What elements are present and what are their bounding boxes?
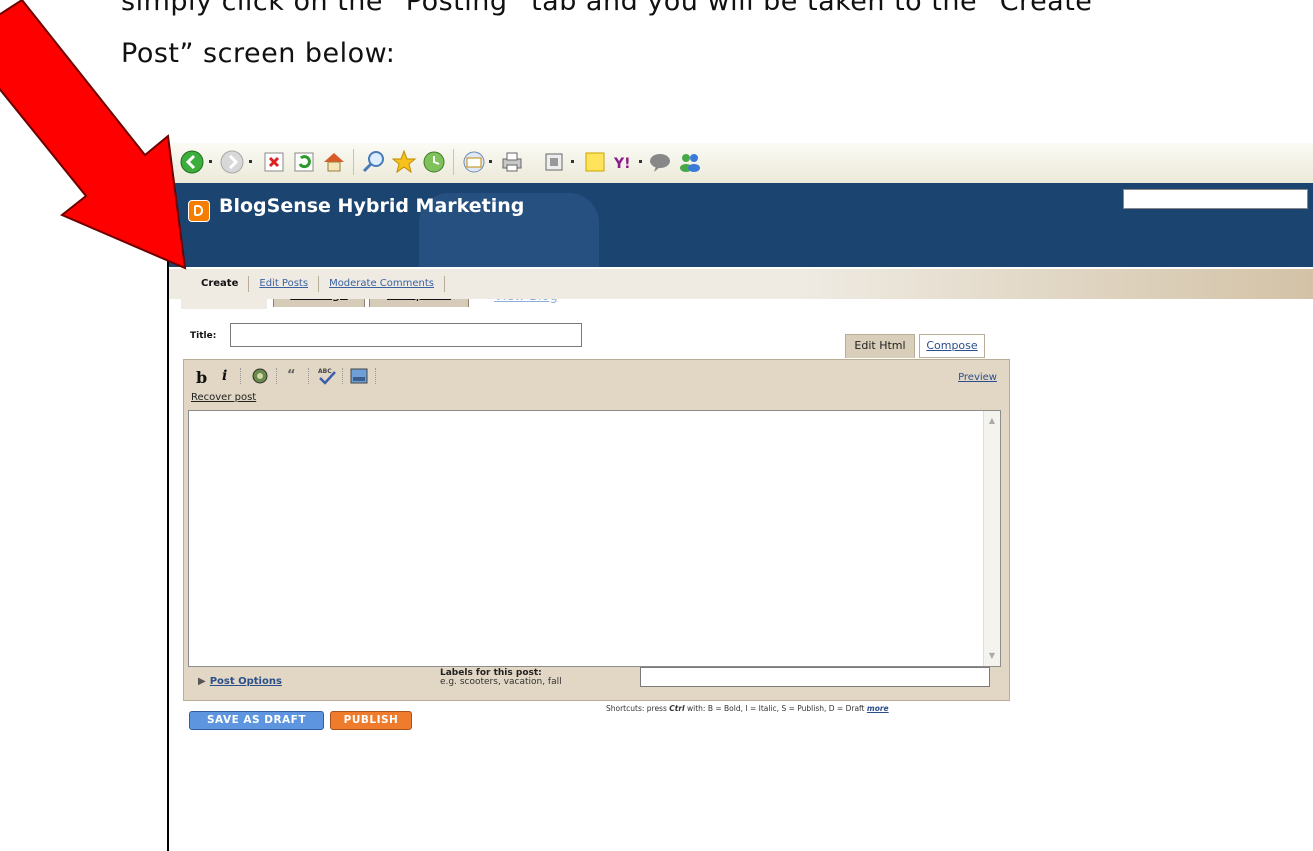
home-icon[interactable]: [321, 149, 347, 175]
toolbar-separator: [342, 368, 344, 384]
editor-scrollbar[interactable]: ▲ ▼: [983, 411, 1000, 666]
history-icon[interactable]: [421, 149, 447, 175]
recover-post-link[interactable]: Recover post: [191, 392, 256, 403]
post-body-textarea[interactable]: ▲ ▼: [188, 410, 1001, 667]
post-title-input[interactable]: [230, 323, 582, 347]
favorites-icon[interactable]: [391, 149, 417, 175]
toolbar-separator: [453, 149, 454, 175]
shortcuts-more-link[interactable]: more: [867, 704, 889, 713]
mail-icon[interactable]: [461, 149, 487, 175]
print-icon[interactable]: [499, 149, 525, 175]
subnav-moderate-comments[interactable]: Moderate Comments: [319, 276, 446, 292]
shortcuts-hint: Shortcuts: press Ctrl with: B = Bold, I …: [606, 704, 889, 713]
browser-toolbar: Y!: [169, 143, 1313, 184]
save-as-draft-button[interactable]: SAVE AS DRAFT: [189, 711, 324, 730]
scroll-up-icon[interactable]: ▲: [986, 415, 998, 427]
format-toolbar: b i “ ABC Preview: [184, 360, 1009, 390]
labels-hint: e.g. scooters, vacation, fall: [440, 677, 562, 687]
mail-dropdown-icon[interactable]: [489, 160, 492, 163]
edit-icon[interactable]: [541, 149, 567, 175]
link-icon[interactable]: [250, 367, 270, 385]
tab-edit-html[interactable]: Edit Html: [845, 334, 915, 358]
tab-compose[interactable]: Compose: [919, 334, 985, 358]
blogger-screenshot: Y! BlogSense Hybrid Marketing Posting Se…: [167, 143, 1313, 851]
bold-button[interactable]: b: [196, 368, 207, 387]
publish-button[interactable]: PUBLISH: [330, 711, 412, 730]
image-icon[interactable]: [350, 368, 368, 384]
toolbar-separator: [276, 368, 278, 384]
toolbar-separator: [308, 368, 310, 384]
messenger-icon[interactable]: [647, 149, 673, 175]
toolbar-separator: [353, 149, 354, 175]
title-label: Title:: [190, 331, 217, 341]
header-search-input[interactable]: [1123, 189, 1308, 209]
svg-text:ABC: ABC: [318, 368, 332, 375]
edit-dropdown-icon[interactable]: [571, 160, 574, 163]
blockquote-icon[interactable]: “: [287, 368, 296, 383]
blogger-header: BlogSense Hybrid Marketing Posting Setti…: [169, 183, 1313, 309]
posting-subnav: Create Edit Posts Moderate Comments: [169, 269, 1313, 299]
italic-button[interactable]: i: [222, 368, 227, 384]
post-options-link[interactable]: ▶ Post Options: [198, 676, 282, 687]
toolbar-separator: [375, 368, 377, 384]
expand-triangle-icon: ▶: [198, 676, 206, 687]
yahoo-dropdown-icon[interactable]: [639, 160, 642, 163]
notes-icon[interactable]: [582, 149, 608, 175]
labels-input[interactable]: [640, 667, 990, 687]
yahoo-icon[interactable]: Y!: [612, 149, 638, 175]
preview-link[interactable]: Preview: [958, 372, 997, 383]
editor-panel: b i “ ABC Preview Recover post ▲ ▼ ▶ Post…: [183, 359, 1010, 701]
svg-text:Y!: Y!: [613, 156, 631, 172]
spellcheck-icon[interactable]: ABC: [316, 366, 338, 386]
contacts-icon[interactable]: [677, 149, 703, 175]
toolbar-separator: [240, 368, 242, 384]
red-arrow-annotation: [0, 0, 187, 270]
search-icon[interactable]: [361, 149, 387, 175]
scroll-down-icon[interactable]: ▼: [986, 650, 998, 662]
